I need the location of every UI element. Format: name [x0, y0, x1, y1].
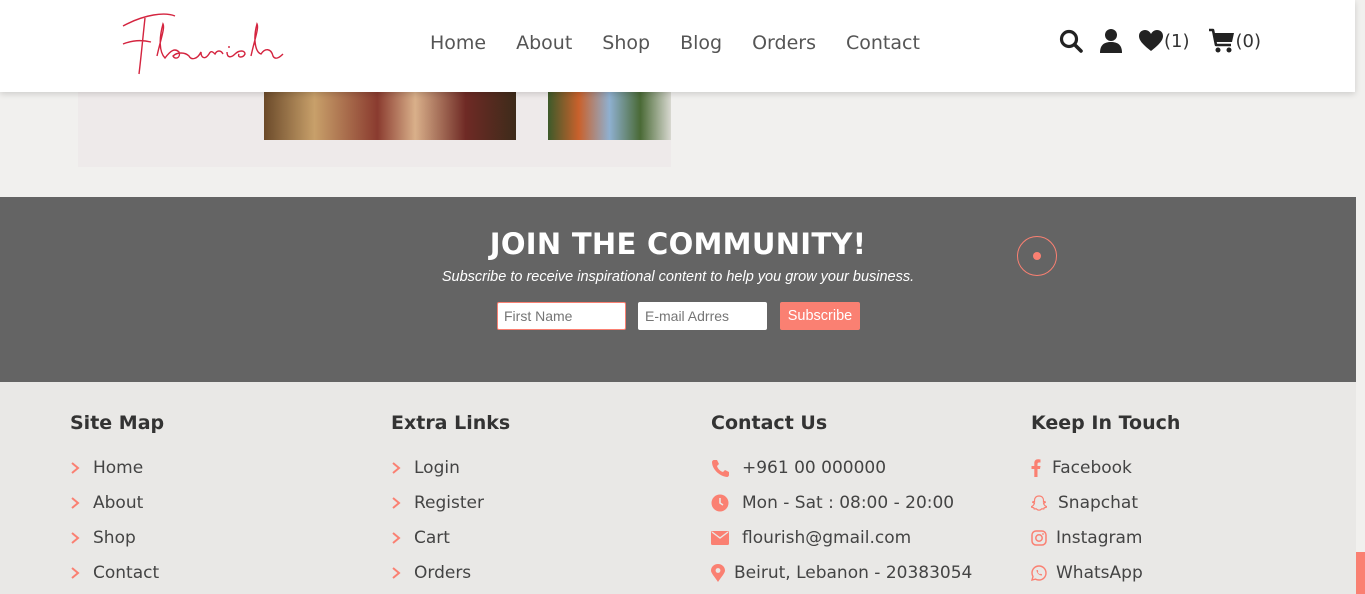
- wishlist-count: (1): [1164, 30, 1190, 52]
- site-header: Home About Shop Blog Orders Contact (1): [0, 0, 1355, 92]
- contact-hours: Mon - Sat : 08:00 - 20:00: [711, 485, 972, 520]
- email-input[interactable]: [638, 302, 767, 330]
- nav-orders[interactable]: Orders: [737, 30, 831, 56]
- chevron-right-icon: [70, 531, 93, 545]
- social-label: Snapchat: [1058, 492, 1138, 513]
- gallery-photo[interactable]: [264, 92, 516, 140]
- footer-contact: Contact Us +961 00 000000 Mon - Sat : 08…: [711, 412, 972, 590]
- cart-icon: [1208, 28, 1234, 53]
- cart-button[interactable]: (0): [1208, 28, 1262, 54]
- instagram-icon: [1031, 529, 1056, 546]
- whatsapp-icon: [1031, 564, 1056, 581]
- footer-link-label: Orders: [414, 562, 472, 583]
- footer-keep-in-touch: Keep In Touch Facebook Snapchat Instagra…: [1031, 412, 1180, 590]
- chevron-right-icon: [391, 461, 414, 475]
- chevron-right-icon: [70, 461, 93, 475]
- first-name-input[interactable]: [497, 302, 626, 330]
- footer-link[interactable]: Shop: [70, 520, 164, 555]
- envelope-icon: [711, 530, 742, 545]
- cart-count: (0): [1235, 30, 1262, 52]
- social-label: WhatsApp: [1056, 562, 1143, 583]
- footer-site-map: Site Map Home About Shop Contact: [70, 412, 164, 590]
- account-button[interactable]: [1099, 28, 1123, 54]
- footer-link-label: Contact: [93, 562, 160, 583]
- footer-link-label: Home: [93, 457, 144, 478]
- footer-link-label: Register: [414, 492, 484, 513]
- newsletter-section: JOIN THE COMMUNITY! Subscribe to receive…: [0, 197, 1356, 382]
- flourish-logo[interactable]: [105, 8, 285, 80]
- nav-home[interactable]: Home: [415, 30, 501, 56]
- chevron-right-icon: [391, 496, 414, 510]
- contact-text: flourish@gmail.com: [742, 527, 912, 548]
- chevron-right-icon: [70, 496, 93, 510]
- footer-link[interactable]: Orders: [391, 555, 510, 590]
- footer-link[interactable]: Login: [391, 450, 510, 485]
- footer-link-label: About: [93, 492, 144, 513]
- social-facebook[interactable]: Facebook: [1031, 450, 1180, 485]
- footer-link[interactable]: Contact: [70, 555, 164, 590]
- social-label: Instagram: [1056, 527, 1143, 548]
- phone-icon: [711, 459, 742, 477]
- clock-icon: [711, 494, 742, 512]
- newsletter-form: Subscribe: [497, 302, 860, 330]
- chevron-right-icon: [391, 566, 414, 580]
- contact-text: +961 00 000000: [742, 457, 887, 478]
- nav-shop[interactable]: Shop: [587, 30, 665, 56]
- footer-link-label: Shop: [93, 527, 136, 548]
- chevron-right-icon: [70, 566, 93, 580]
- subscribe-button[interactable]: Subscribe: [780, 302, 860, 330]
- footer-heading: Site Map: [70, 412, 165, 434]
- site-footer: Site Map Home About Shop Contact Extra L…: [0, 382, 1356, 594]
- footer-heading: Extra Links: [391, 412, 511, 434]
- facebook-icon: [1031, 458, 1052, 477]
- contact-email[interactable]: flourish@gmail.com: [711, 520, 972, 555]
- scroll-indicator-icon: [1017, 236, 1057, 276]
- footer-link-label: Login: [414, 457, 460, 478]
- social-snapchat[interactable]: Snapchat: [1031, 485, 1180, 520]
- nav-blog[interactable]: Blog: [665, 30, 737, 56]
- main-nav: Home About Shop Blog Orders Contact: [415, 30, 935, 56]
- header-icons: (1) (0): [1058, 28, 1261, 54]
- footer-link-label: Cart: [414, 527, 450, 548]
- chevron-right-icon: [391, 531, 414, 545]
- contact-address[interactable]: Beirut, Lebanon - 20383054: [711, 555, 972, 590]
- nav-about[interactable]: About: [501, 30, 587, 56]
- photo-gallery: [78, 92, 671, 167]
- search-button[interactable]: [1058, 28, 1084, 54]
- footer-link[interactable]: Home: [70, 450, 164, 485]
- footer-link[interactable]: About: [70, 485, 164, 520]
- social-label: Facebook: [1052, 457, 1132, 478]
- contact-text: Mon - Sat : 08:00 - 20:00: [742, 492, 955, 513]
- contact-phone[interactable]: +961 00 000000: [711, 450, 972, 485]
- contact-text: Beirut, Lebanon - 20383054: [734, 562, 973, 583]
- social-whatsapp[interactable]: WhatsApp: [1031, 555, 1180, 590]
- footer-link[interactable]: Cart: [391, 520, 510, 555]
- wishlist-button[interactable]: (1): [1138, 29, 1190, 53]
- newsletter-subtitle: Subscribe to receive inspirational conte…: [441, 269, 915, 285]
- footer-heading: Contact Us: [711, 412, 828, 434]
- footer-heading: Keep In Touch: [1031, 412, 1181, 434]
- nav-contact[interactable]: Contact: [831, 30, 935, 56]
- map-pin-icon: [711, 563, 734, 582]
- logo-script-image: [122, 13, 284, 75]
- footer-link[interactable]: Register: [391, 485, 510, 520]
- snapchat-icon: [1031, 494, 1058, 511]
- newsletter-title: JOIN THE COMMUNITY!: [489, 227, 867, 261]
- page-scrollbar-thumb[interactable]: [1356, 552, 1365, 594]
- user-icon: [1100, 29, 1122, 53]
- search-icon: [1059, 29, 1083, 53]
- footer-extra-links: Extra Links Login Register Cart Orders: [391, 412, 510, 590]
- heart-icon: [1139, 30, 1163, 51]
- social-instagram[interactable]: Instagram: [1031, 520, 1180, 555]
- gallery-photo[interactable]: [548, 92, 671, 140]
